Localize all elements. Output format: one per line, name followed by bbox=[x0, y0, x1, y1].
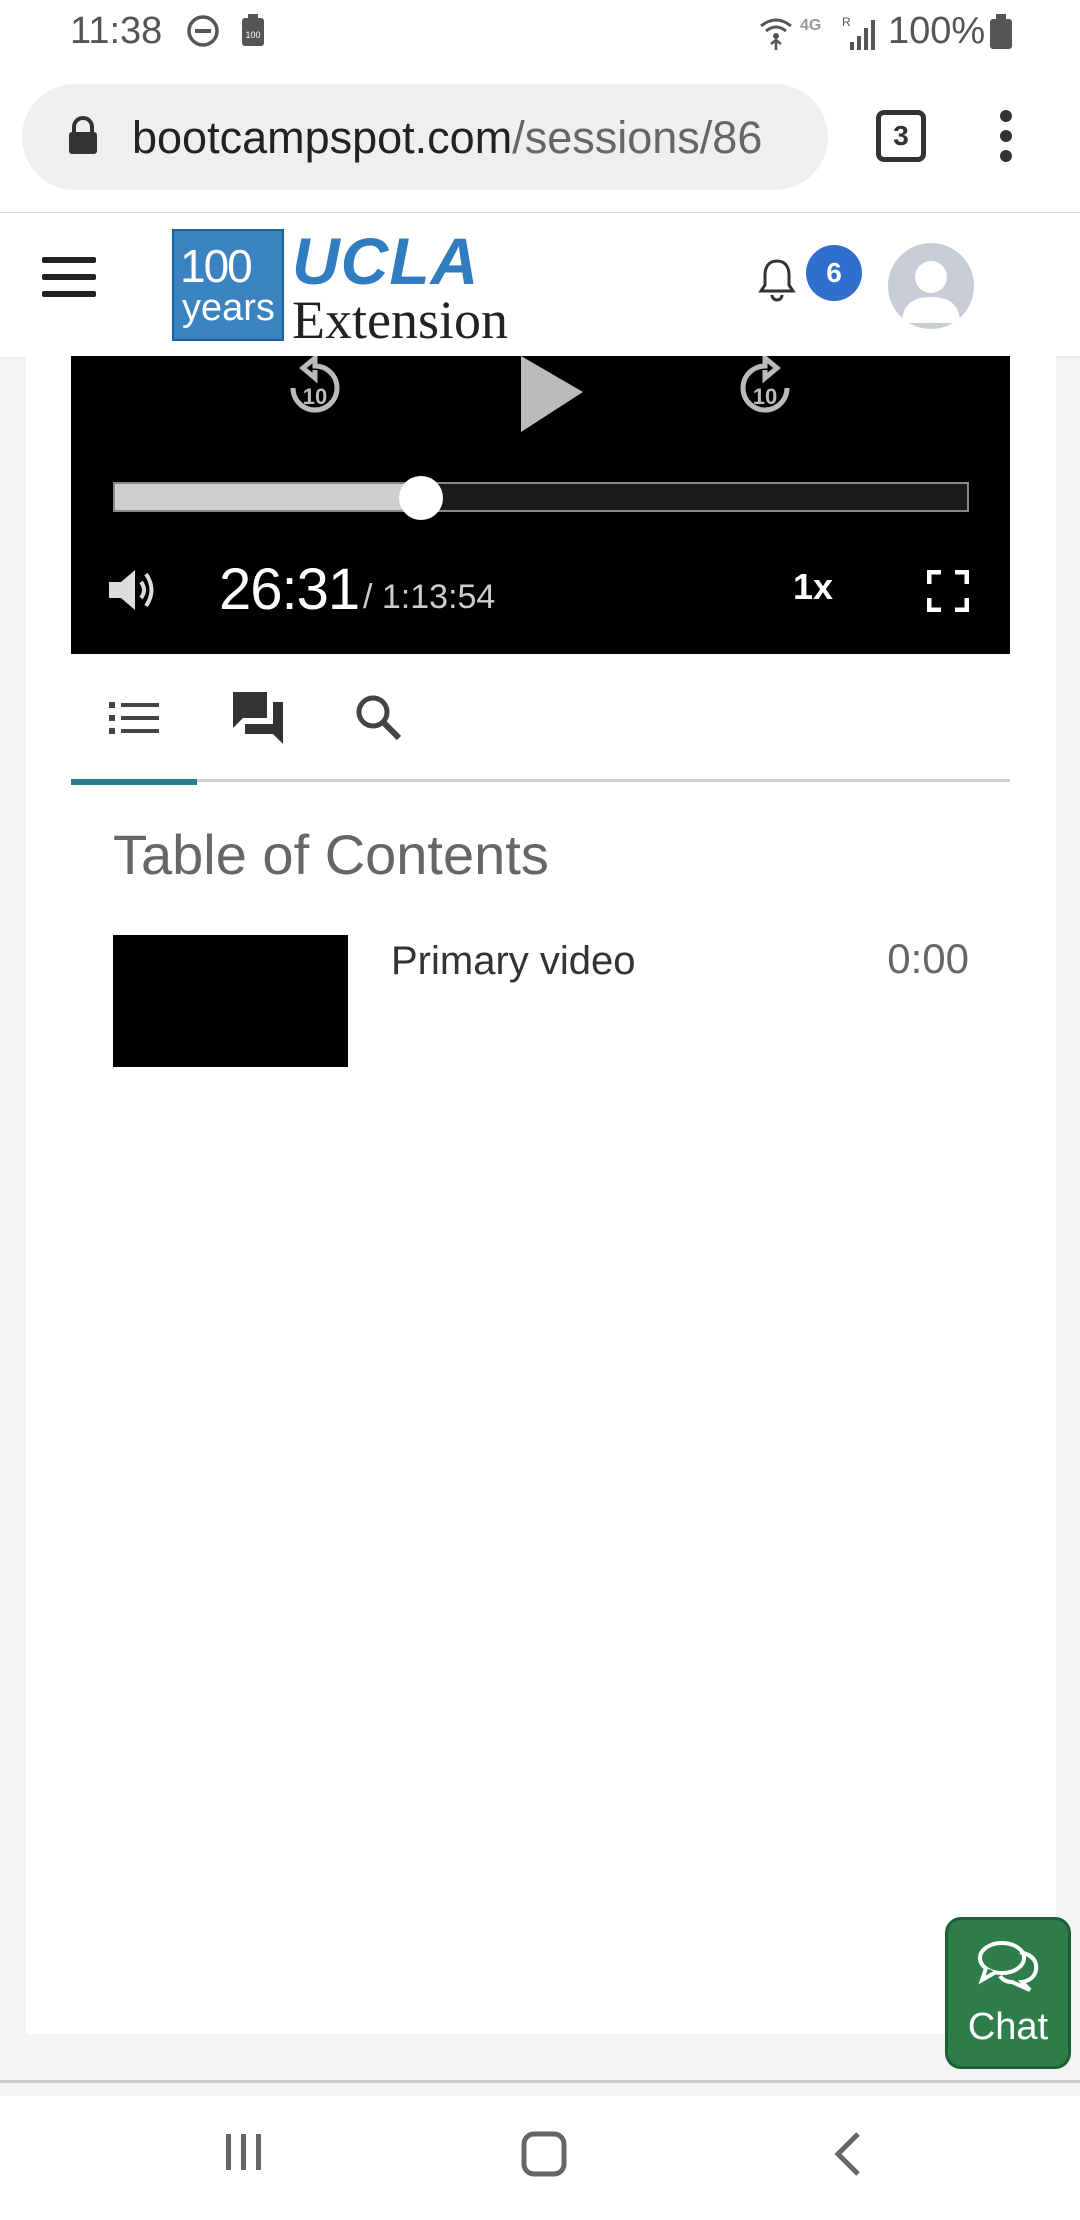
browser-toolbar: bootcampspot.com/sessions/86 3 bbox=[0, 64, 1080, 212]
recent-apps-icon[interactable] bbox=[222, 2130, 266, 2179]
volume-icon[interactable] bbox=[107, 566, 159, 619]
svg-text:R: R bbox=[842, 15, 851, 29]
current-time: 26:31 bbox=[219, 557, 360, 622]
site-header: 100 years UCLA Extension 6 bbox=[0, 212, 1080, 357]
battery-percent: 100% bbox=[888, 10, 986, 52]
seek-bar-handle[interactable] bbox=[398, 476, 443, 520]
list-item[interactable]: Primary video 0:00 bbox=[113, 935, 969, 1067]
page-title: Table of Contents bbox=[113, 823, 549, 886]
sidebar-tabs bbox=[71, 660, 1010, 785]
list-icon bbox=[109, 700, 159, 741]
tab-chat[interactable] bbox=[197, 660, 323, 782]
divider bbox=[0, 2080, 1080, 2083]
status-bar: 11:38 100 4G R 100% bbox=[0, 0, 1080, 64]
video-player[interactable]: 10 10 26:31 / 1:13:54 1x bbox=[71, 352, 1010, 654]
do-not-disturb-icon bbox=[186, 14, 220, 53]
video-thumbnail[interactable] bbox=[113, 935, 348, 1067]
home-icon[interactable] bbox=[520, 2130, 568, 2183]
logo-extension-text: Extension bbox=[292, 290, 508, 350]
browser-menu-icon[interactable] bbox=[996, 108, 1016, 169]
search-icon bbox=[353, 692, 403, 747]
system-navigation-bar bbox=[0, 2096, 1080, 2220]
chat-icon bbox=[976, 1938, 1042, 1999]
forward-10-icon[interactable]: 10 bbox=[731, 352, 801, 433]
total-duration: / 1:13:54 bbox=[363, 578, 496, 616]
centennial-logo: 100 years bbox=[172, 229, 284, 341]
logo-years-number: 100 bbox=[180, 240, 253, 292]
chat-button[interactable]: Chat bbox=[945, 1917, 1071, 2069]
hamburger-menu-icon[interactable] bbox=[42, 255, 96, 304]
seek-bar-progress bbox=[115, 484, 421, 510]
wifi-calling-icon bbox=[758, 14, 794, 57]
battery-saver-icon: 100 bbox=[240, 14, 266, 53]
svg-text:4G: 4G bbox=[800, 17, 821, 34]
tab-switcher-button[interactable]: 3 bbox=[876, 110, 926, 162]
toc-item-label[interactable]: Primary video bbox=[391, 939, 636, 984]
back-icon[interactable] bbox=[830, 2130, 866, 2183]
tab-table-of-contents[interactable] bbox=[71, 660, 197, 785]
menu-panel bbox=[0, 213, 146, 357]
logo-ucla-text: UCLA bbox=[292, 224, 480, 298]
chat-bubbles-icon bbox=[229, 690, 287, 751]
cellular-signal-icon: 4G R bbox=[800, 14, 880, 57]
lock-icon bbox=[66, 116, 100, 161]
svg-text:10: 10 bbox=[303, 384, 327, 409]
active-tab-indicator bbox=[71, 779, 197, 785]
seek-bar[interactable] bbox=[113, 476, 969, 520]
logo-years-word: years bbox=[182, 287, 275, 329]
status-time: 11:38 bbox=[70, 10, 163, 52]
url-host: bootcampspot.com bbox=[132, 112, 513, 163]
fullscreen-icon[interactable] bbox=[926, 569, 970, 617]
chat-button-label: Chat bbox=[967, 2006, 1049, 2048]
toc-item-time: 0:00 bbox=[887, 935, 969, 982]
svg-text:10: 10 bbox=[753, 384, 777, 409]
battery-icon bbox=[988, 14, 1014, 55]
url-path: /sessions/86 bbox=[512, 112, 763, 163]
play-icon[interactable] bbox=[511, 356, 591, 441]
user-placeholder-icon bbox=[902, 261, 960, 323]
notifications-bell-icon[interactable] bbox=[758, 257, 796, 308]
svg-text:100: 100 bbox=[245, 30, 260, 40]
rewind-10-icon[interactable]: 10 bbox=[279, 352, 349, 433]
playback-speed-button[interactable]: 1x bbox=[793, 566, 833, 608]
address-bar[interactable]: bootcampspot.com/sessions/86 bbox=[22, 84, 828, 190]
avatar[interactable] bbox=[888, 243, 974, 329]
url-text[interactable]: bootcampspot.com/sessions/86 bbox=[132, 112, 762, 164]
tab-search[interactable] bbox=[323, 660, 449, 782]
notification-count-badge[interactable]: 6 bbox=[806, 245, 862, 301]
